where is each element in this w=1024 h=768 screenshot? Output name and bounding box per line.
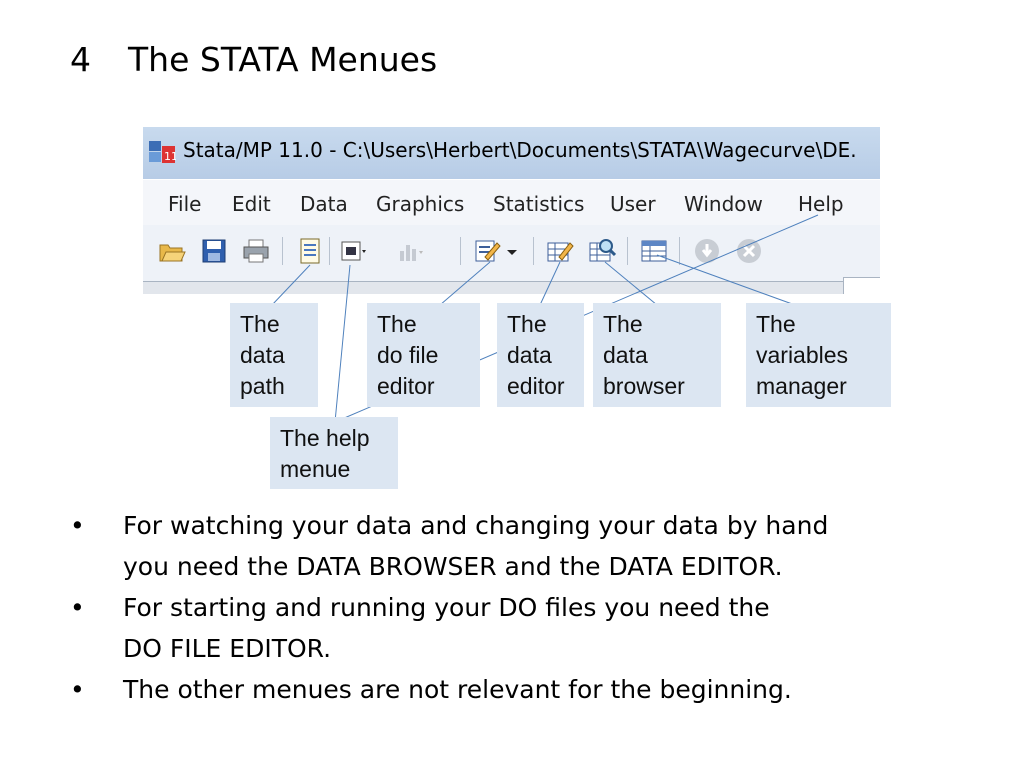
menu-edit[interactable]: Edit <box>232 192 271 216</box>
menu-window[interactable]: Window <box>684 192 763 216</box>
bullet-marker: • <box>70 511 85 540</box>
bullet-item: • For watching your data and changing yo… <box>70 505 828 587</box>
menu-file[interactable]: File <box>168 192 201 216</box>
save-icon[interactable] <box>200 237 228 265</box>
callout-text: editor <box>377 373 435 399</box>
graph-icon <box>400 245 423 261</box>
break-icon <box>695 239 719 263</box>
callout-text: menue <box>280 456 351 482</box>
menu-graphics[interactable]: Graphics <box>376 192 464 216</box>
menu-user[interactable]: User <box>610 192 656 216</box>
window-title-bar: 11 Stata/MP 11.0 - C:\Users\Herbert\Docu… <box>143 127 880 179</box>
callout-text: The <box>603 311 643 337</box>
callout-text: editor <box>507 373 565 399</box>
bullet-text: For starting and running your DO files y… <box>123 593 770 622</box>
menu-bar: File Edit Data Graphics Statistics User … <box>143 179 880 226</box>
clear-icon <box>737 239 761 263</box>
slide-number: 4 <box>70 40 91 79</box>
data-browser-icon[interactable] <box>588 237 616 265</box>
chevron-down-icon[interactable] <box>505 237 519 265</box>
callout-text: data <box>603 342 648 368</box>
log-icon[interactable] <box>296 237 324 265</box>
menu-data[interactable]: Data <box>300 192 348 216</box>
callout-text: path <box>240 373 285 399</box>
callout-text: The <box>756 311 796 337</box>
callout-text: The <box>377 311 417 337</box>
bullet-marker: • <box>70 675 85 704</box>
menu-statistics[interactable]: Statistics <box>493 192 584 216</box>
bullet-text: The other menues are not relevant for th… <box>123 675 792 704</box>
bullet-item: • The other menues are not relevant for … <box>70 669 828 710</box>
callout-data-path: The data path <box>230 303 318 407</box>
callout-data-browser: The data browser <box>593 303 721 407</box>
toolbar-separator <box>533 237 534 265</box>
toolbar-separator <box>329 237 330 265</box>
stata-window-screenshot: 11 Stata/MP 11.0 - C:\Users\Herbert\Docu… <box>143 127 880 294</box>
print-icon[interactable] <box>242 237 270 265</box>
command-input-edge <box>843 277 880 294</box>
slide-title-text: The STATA Menues <box>128 40 438 79</box>
svg-text:11: 11 <box>164 150 176 163</box>
callout-text: do file <box>377 342 439 368</box>
window-title: Stata/MP 11.0 - C:\Users\Herbert\Documen… <box>183 138 857 162</box>
viewer-icon[interactable] <box>339 237 367 265</box>
toolbar-separator <box>282 237 283 265</box>
stata-app-icon: 11 <box>149 141 176 163</box>
callout-do-file-editor: The do file editor <box>367 303 480 407</box>
toolbar-separator <box>679 237 680 265</box>
toolbar <box>143 225 880 281</box>
variables-manager-icon[interactable] <box>640 237 668 265</box>
toolbar-separator <box>460 237 461 265</box>
callout-help-menue: The help menue <box>270 417 398 489</box>
callout-text: browser <box>603 373 685 399</box>
callout-text: The <box>507 311 547 337</box>
callout-text: manager <box>756 373 847 399</box>
bullet-item: • For starting and running your DO files… <box>70 587 828 669</box>
open-icon[interactable] <box>158 237 186 265</box>
data-editor-icon[interactable] <box>546 237 574 265</box>
bullet-list: • For watching your data and changing yo… <box>70 505 828 710</box>
callout-text: data <box>240 342 285 368</box>
callout-text: The help <box>280 425 370 451</box>
bullet-text: For watching your data and changing your… <box>123 511 829 540</box>
callout-text: variables <box>756 342 849 368</box>
callout-data-editor: The data editor <box>497 303 584 407</box>
menu-help[interactable]: Help <box>798 192 844 216</box>
review-pane-header <box>143 281 880 294</box>
do-file-editor-icon[interactable] <box>473 237 501 265</box>
bullet-text: you need the DATA BROWSER and the DATA E… <box>123 552 783 581</box>
callout-variables-manager: The variables manager <box>746 303 891 407</box>
bullet-marker: • <box>70 593 85 622</box>
callout-text: data <box>507 342 552 368</box>
toolbar-separator <box>627 237 628 265</box>
bullet-text: DO FILE EDITOR. <box>123 634 332 663</box>
callout-text: The <box>240 311 280 337</box>
